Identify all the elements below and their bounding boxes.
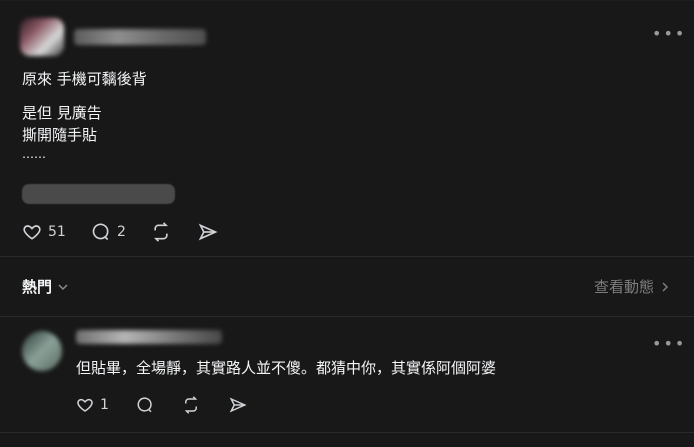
view-activity-label: 查看動態	[593, 278, 654, 296]
reply-share-icon	[229, 397, 247, 413]
comment-count: 2	[117, 224, 126, 240]
comment-icon	[92, 223, 109, 241]
comment-button[interactable]: 2	[91, 222, 126, 242]
chevron-right-icon	[662, 281, 669, 292]
reply-text: 但貼畢，全場靜，其實路人並不傻。都猜中你，其實係阿個阿婆	[76, 359, 497, 377]
chevron-down-icon	[58, 283, 68, 290]
reply-heart-icon	[77, 398, 93, 412]
reply-like-button[interactable]: 1	[76, 396, 109, 414]
post-line-1: 原來 手機可黐後背	[22, 70, 147, 88]
reply-share-button[interactable]	[229, 396, 247, 414]
view-activity-link[interactable]: 查看動態	[594, 276, 670, 297]
avatar[interactable]	[20, 18, 64, 56]
post-line-4: ……	[22, 147, 46, 161]
bottom-divider	[0, 432, 694, 433]
reply-comment-button[interactable]	[136, 396, 154, 414]
reply-username-blurred[interactable]	[76, 330, 222, 344]
more-icon[interactable]: •••	[652, 26, 686, 42]
reply-repost-icon	[184, 396, 198, 414]
like-count: 51	[48, 224, 66, 240]
reply-more-icon[interactable]: •••	[652, 336, 686, 352]
reply-avatar[interactable]	[22, 331, 62, 371]
reply-comment-icon	[137, 397, 152, 413]
sort-dropdown[interactable]: 熱門	[22, 276, 68, 297]
reply-like-count: 1	[100, 397, 109, 413]
like-button[interactable]: 51	[22, 222, 66, 242]
filter-divider	[0, 316, 694, 317]
top-divider	[0, 0, 694, 1]
reply-repost-button[interactable]	[182, 396, 200, 414]
heart-icon	[23, 225, 41, 240]
share-button[interactable]	[198, 222, 218, 242]
post-line-2: 是但 見廣告	[22, 104, 102, 122]
blurred-attachment[interactable]	[22, 184, 175, 204]
repost-button[interactable]	[151, 222, 171, 242]
username-blurred[interactable]	[74, 29, 206, 45]
sort-label: 熱門	[22, 278, 53, 296]
filter-row: 熱門 查看動態	[0, 256, 694, 316]
share-icon	[198, 223, 218, 241]
post-line-3: 撕開隨手貼	[22, 126, 98, 144]
repost-icon	[153, 222, 169, 242]
post-text: 原來 手機可黐後背 是但 見廣告 撕開隨手貼 ……	[22, 68, 642, 162]
